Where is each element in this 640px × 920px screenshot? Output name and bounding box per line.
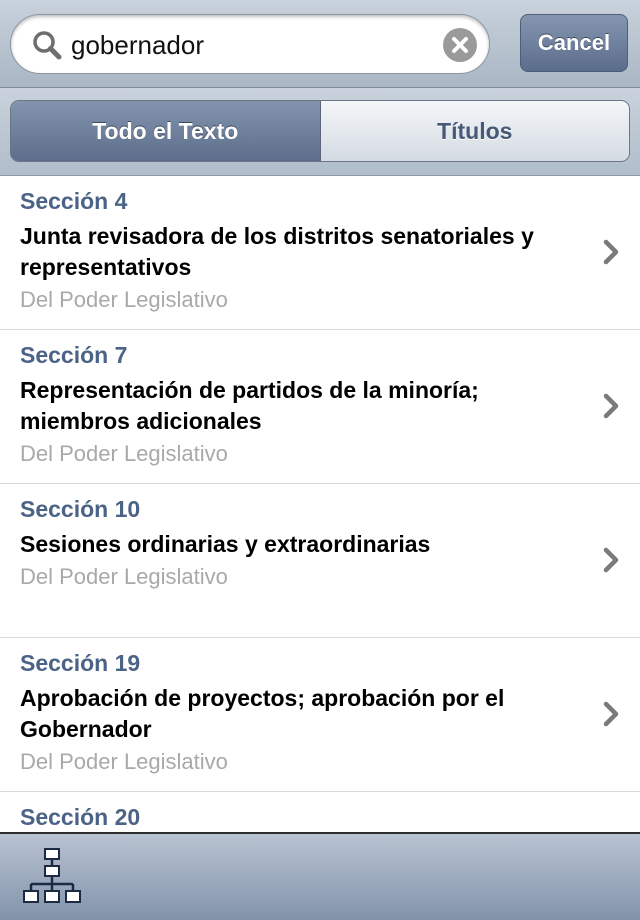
chevron-right-icon <box>603 547 619 573</box>
search-bar: Cancel <box>0 0 640 88</box>
search-icon <box>33 31 62 60</box>
section-subtitle: Del Poder Legislativo <box>20 564 228 589</box>
section-title: Junta revisadora de los distritos senato… <box>20 223 534 280</box>
section-subtitle: Del Poder Legislativo <box>20 749 228 774</box>
section-title: Aprobación de proyectos; aprobación por … <box>20 685 505 742</box>
search-field[interactable] <box>10 14 490 74</box>
chevron-right-icon <box>603 393 619 419</box>
list-item[interactable]: Sección 10 Sesiones ordinarias y extraor… <box>0 484 640 638</box>
clear-search-icon[interactable] <box>443 28 477 62</box>
list-item[interactable]: Sección 4 Junta revisadora de los distri… <box>0 176 640 330</box>
scope-segmented-control: Todo el Texto Títulos <box>10 100 630 162</box>
bottom-toolbar <box>0 832 640 920</box>
hierarchy-icon[interactable] <box>22 846 82 906</box>
section-title: Representación de partidos de la minoría… <box>20 377 479 434</box>
scope-bar: Todo el Texto Títulos <box>0 88 640 176</box>
section-number: Sección 10 <box>20 496 141 522</box>
results-list: Sección 4 Junta revisadora de los distri… <box>0 176 640 832</box>
search-input[interactable] <box>71 27 431 63</box>
list-item[interactable]: Sección 7 Representación de partidos de … <box>0 330 640 484</box>
list-item[interactable]: Sección 19 Aprobación de proyectos; apro… <box>0 638 640 792</box>
list-item[interactable]: Sección 20 <box>0 792 640 832</box>
segment-titulos[interactable]: Títulos <box>320 101 629 161</box>
section-subtitle: Del Poder Legislativo <box>20 287 228 312</box>
chevron-right-icon <box>603 701 619 727</box>
section-number: Sección 20 <box>20 804 141 830</box>
section-title: Sesiones ordinarias y extraordinarias <box>20 531 431 557</box>
section-number: Sección 7 <box>20 342 128 368</box>
segment-todo-el-texto[interactable]: Todo el Texto <box>11 101 321 161</box>
section-number: Sección 19 <box>20 650 141 676</box>
section-subtitle: Del Poder Legislativo <box>20 441 228 466</box>
cancel-button[interactable]: Cancel <box>520 14 628 72</box>
chevron-right-icon <box>603 239 619 265</box>
section-number: Sección 4 <box>20 188 128 214</box>
